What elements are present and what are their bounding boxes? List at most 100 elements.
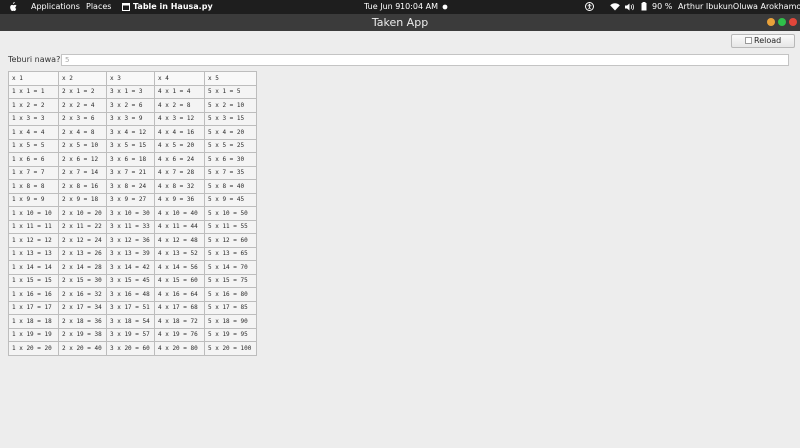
table-cell[interactable]: 3 x 12 = 36: [106, 233, 155, 248]
table-cell[interactable]: 1 x 12 = 12: [8, 233, 59, 248]
table-cell[interactable]: 5 x 13 = 65: [204, 246, 257, 261]
table-cell[interactable]: 5 x 19 = 95: [204, 327, 257, 342]
table-cell[interactable]: 3 x 13 = 39: [106, 246, 155, 261]
table-cell[interactable]: 2 x 1 = 2: [58, 84, 107, 99]
table-cell[interactable]: 3 x 19 = 57: [106, 327, 155, 342]
table-cell[interactable]: 5 x 15 = 75: [204, 273, 257, 288]
table-cell[interactable]: 4 x 3 = 12: [154, 111, 205, 126]
table-cell[interactable]: 2 x 17 = 34: [58, 300, 107, 315]
table-cell[interactable]: 1 x 20 = 20: [8, 341, 59, 356]
table-cell[interactable]: 4 x 14 = 56: [154, 260, 205, 275]
table-cell[interactable]: 1 x 18 = 18: [8, 314, 59, 329]
table-cell[interactable]: 5 x 10 = 50: [204, 206, 257, 221]
table-cell[interactable]: 5 x 20 = 100: [204, 341, 257, 356]
table-cell[interactable]: 2 x 15 = 30: [58, 273, 107, 288]
table-cell[interactable]: 5 x 5 = 25: [204, 138, 257, 153]
table-cell[interactable]: 3 x 16 = 48: [106, 287, 155, 302]
table-cell[interactable]: 4 x 5 = 20: [154, 138, 205, 153]
table-cell[interactable]: 5 x 9 = 45: [204, 192, 257, 207]
table-cell[interactable]: 4 x 16 = 64: [154, 287, 205, 302]
table-cell[interactable]: 1 x 15 = 15: [8, 273, 59, 288]
table-cell[interactable]: 3 x 4 = 12: [106, 125, 155, 140]
table-cell[interactable]: 5 x 6 = 30: [204, 152, 257, 167]
table-cell[interactable]: 1 x 4 = 4: [8, 125, 59, 140]
table-cell[interactable]: 3 x 9 = 27: [106, 192, 155, 207]
table-cell[interactable]: 1 x 7 = 7: [8, 165, 59, 180]
table-cell[interactable]: 2 x 8 = 16: [58, 179, 107, 194]
column-header[interactable]: x 4: [154, 71, 205, 86]
table-cell[interactable]: 2 x 6 = 12: [58, 152, 107, 167]
table-cell[interactable]: 5 x 16 = 80: [204, 287, 257, 302]
table-cell[interactable]: 4 x 18 = 72: [154, 314, 205, 329]
table-cell[interactable]: 5 x 11 = 55: [204, 219, 257, 234]
table-cell[interactable]: 3 x 20 = 60: [106, 341, 155, 356]
table-cell[interactable]: 4 x 10 = 40: [154, 206, 205, 221]
column-header[interactable]: x 1: [8, 71, 59, 86]
table-cell[interactable]: 3 x 6 = 18: [106, 152, 155, 167]
window-titlebar[interactable]: Taken App: [0, 14, 800, 31]
table-cell[interactable]: 2 x 18 = 36: [58, 314, 107, 329]
table-cell[interactable]: 4 x 20 = 80: [154, 341, 205, 356]
table-cell[interactable]: 2 x 9 = 18: [58, 192, 107, 207]
clock-time[interactable]: 10:04 AM: [400, 0, 438, 14]
table-cell[interactable]: 1 x 11 = 11: [8, 219, 59, 234]
menu-applications[interactable]: Applications: [31, 0, 80, 14]
table-cell[interactable]: 5 x 2 = 10: [204, 98, 257, 113]
table-cell[interactable]: 2 x 14 = 28: [58, 260, 107, 275]
table-cell[interactable]: 1 x 13 = 13: [8, 246, 59, 261]
table-cell[interactable]: 3 x 18 = 54: [106, 314, 155, 329]
table-cell[interactable]: 1 x 16 = 16: [8, 287, 59, 302]
table-cell[interactable]: 4 x 12 = 48: [154, 233, 205, 248]
table-cell[interactable]: 2 x 7 = 14: [58, 165, 107, 180]
table-cell[interactable]: 1 x 19 = 19: [8, 327, 59, 342]
table-cell[interactable]: 5 x 4 = 20: [204, 125, 257, 140]
minimize-button[interactable]: [767, 18, 775, 26]
table-cell[interactable]: 2 x 3 = 6: [58, 111, 107, 126]
table-cell[interactable]: 3 x 15 = 45: [106, 273, 155, 288]
table-cell[interactable]: 4 x 19 = 76: [154, 327, 205, 342]
table-cell[interactable]: 2 x 16 = 32: [58, 287, 107, 302]
user-name[interactable]: Arthur IbukunOluwa Arokhamoni: [678, 0, 800, 14]
table-cell[interactable]: 4 x 4 = 16: [154, 125, 205, 140]
table-cell[interactable]: 4 x 2 = 8: [154, 98, 205, 113]
column-header[interactable]: x 2: [58, 71, 107, 86]
table-cell[interactable]: 4 x 1 = 4: [154, 84, 205, 99]
table-cell[interactable]: 1 x 8 = 8: [8, 179, 59, 194]
table-cell[interactable]: 3 x 5 = 15: [106, 138, 155, 153]
table-cell[interactable]: 2 x 2 = 4: [58, 98, 107, 113]
battery-percentage[interactable]: 90 %: [652, 0, 672, 14]
table-cell[interactable]: 2 x 20 = 40: [58, 341, 107, 356]
table-cell[interactable]: 4 x 17 = 68: [154, 300, 205, 315]
table-cell[interactable]: 3 x 10 = 30: [106, 206, 155, 221]
table-cell[interactable]: 1 x 6 = 6: [8, 152, 59, 167]
table-cell[interactable]: 3 x 11 = 33: [106, 219, 155, 234]
table-count-input[interactable]: [61, 54, 789, 66]
reload-button[interactable]: Reload: [731, 34, 795, 48]
maximize-button[interactable]: [778, 18, 786, 26]
apple-icon[interactable]: [8, 0, 18, 14]
table-cell[interactable]: 5 x 3 = 15: [204, 111, 257, 126]
table-cell[interactable]: 3 x 8 = 24: [106, 179, 155, 194]
table-cell[interactable]: 1 x 2 = 2: [8, 98, 59, 113]
table-cell[interactable]: 4 x 13 = 52: [154, 246, 205, 261]
table-cell[interactable]: 1 x 10 = 10: [8, 206, 59, 221]
table-cell[interactable]: 4 x 7 = 28: [154, 165, 205, 180]
table-cell[interactable]: 3 x 1 = 3: [106, 84, 155, 99]
table-cell[interactable]: 1 x 1 = 1: [8, 84, 59, 99]
table-cell[interactable]: 2 x 11 = 22: [58, 219, 107, 234]
table-cell[interactable]: 5 x 17 = 85: [204, 300, 257, 315]
table-cell[interactable]: 3 x 17 = 51: [106, 300, 155, 315]
table-cell[interactable]: 5 x 18 = 90: [204, 314, 257, 329]
table-cell[interactable]: 5 x 8 = 40: [204, 179, 257, 194]
table-cell[interactable]: 2 x 5 = 10: [58, 138, 107, 153]
table-cell[interactable]: 1 x 17 = 17: [8, 300, 59, 315]
table-cell[interactable]: 3 x 3 = 9: [106, 111, 155, 126]
table-cell[interactable]: 2 x 10 = 20: [58, 206, 107, 221]
table-cell[interactable]: 2 x 12 = 24: [58, 233, 107, 248]
table-cell[interactable]: 1 x 14 = 14: [8, 260, 59, 275]
table-cell[interactable]: 4 x 11 = 44: [154, 219, 205, 234]
table-cell[interactable]: 4 x 9 = 36: [154, 192, 205, 207]
table-cell[interactable]: 1 x 5 = 5: [8, 138, 59, 153]
table-cell[interactable]: 4 x 8 = 32: [154, 179, 205, 194]
table-cell[interactable]: 3 x 2 = 6: [106, 98, 155, 113]
